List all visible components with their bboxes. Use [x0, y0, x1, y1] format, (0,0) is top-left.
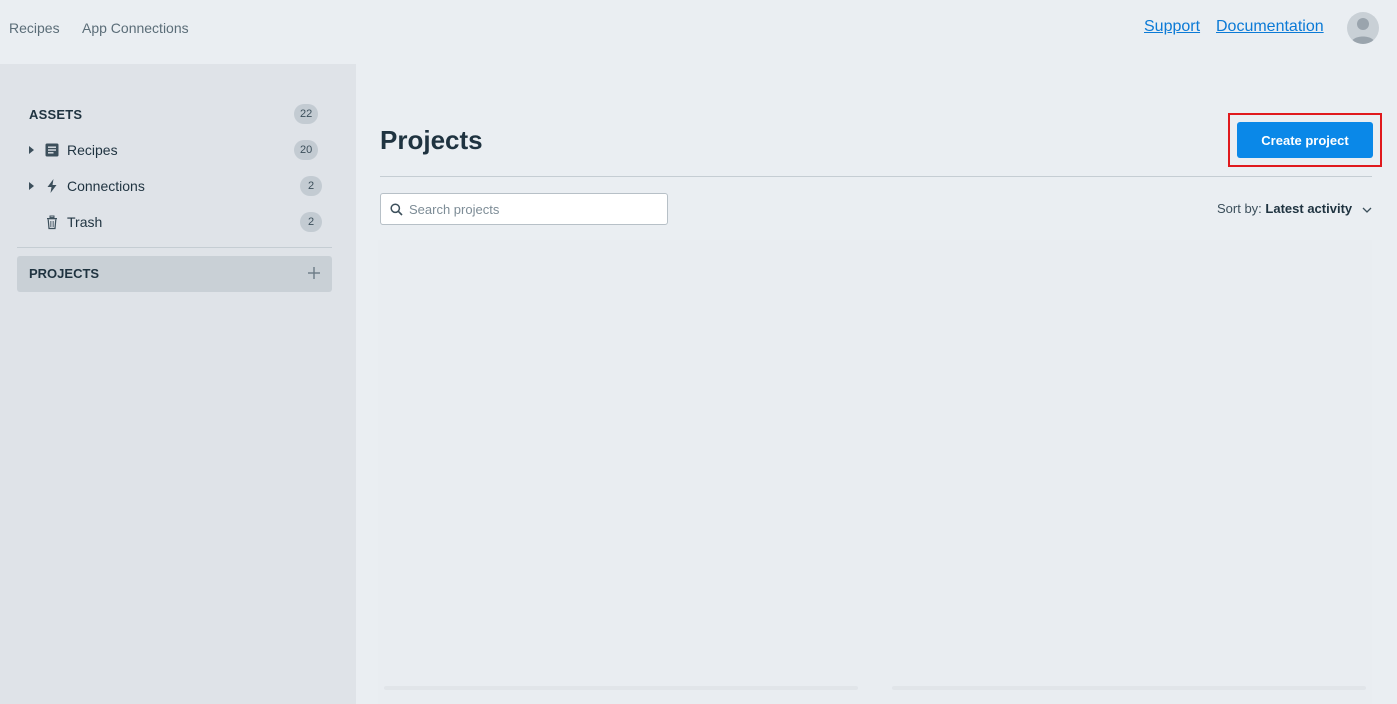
nav-app-connections[interactable]: App Connections [82, 19, 189, 37]
sort-dropdown[interactable]: Sort by: Latest activity [1217, 201, 1372, 216]
expand-caret-icon[interactable] [29, 182, 34, 190]
page-title: Projects [380, 125, 483, 155]
create-project-button[interactable]: Create project [1237, 122, 1373, 158]
trash-count-badge: 2 [300, 212, 322, 232]
project-card-placeholder [384, 686, 858, 690]
sidebar-item-label: Connections [67, 178, 145, 194]
sidebar: ASSETS 22 Recipes 20 Connections 2 Trash… [0, 64, 356, 704]
sidebar-item-label: Trash [67, 214, 103, 230]
top-navigation-bar: Recipes App Connections Support Document… [0, 0, 1397, 64]
search-field[interactable] [380, 193, 668, 225]
avatar[interactable] [1347, 12, 1379, 44]
assets-count-badge: 22 [294, 104, 319, 124]
sidebar-divider [17, 247, 332, 248]
projects-header: PROJECTS [29, 266, 100, 281]
sidebar-item-recipes[interactable]: Recipes 20 [0, 136, 356, 164]
search-icon [390, 203, 403, 216]
search-input[interactable] [409, 194, 663, 224]
user-silhouette-icon [1351, 18, 1375, 44]
expand-caret-icon[interactable] [29, 146, 34, 154]
projects-list-area [378, 240, 1372, 704]
recipe-list-icon [45, 143, 59, 157]
recipes-count-badge: 20 [294, 140, 319, 160]
documentation-link[interactable]: Documentation [1216, 17, 1324, 37]
assets-header-row: ASSETS 22 [0, 100, 356, 128]
add-project-plus-icon[interactable] [307, 266, 321, 280]
sort-label: Sort by: [1217, 201, 1262, 216]
main-divider [380, 176, 1372, 177]
lightning-bolt-icon [47, 179, 57, 193]
sidebar-item-connections[interactable]: Connections 2 [0, 172, 356, 200]
project-card-placeholder [892, 686, 1366, 690]
connections-count-badge: 2 [300, 176, 322, 196]
support-link[interactable]: Support [1144, 17, 1200, 37]
projects-section-header[interactable]: PROJECTS [17, 256, 332, 292]
sidebar-item-label: Recipes [67, 142, 118, 158]
assets-header: ASSETS [29, 106, 83, 122]
sort-value: Latest activity [1265, 201, 1353, 216]
chevron-down-icon[interactable] [1362, 207, 1372, 213]
nav-recipes[interactable]: Recipes [9, 19, 60, 37]
sidebar-item-trash[interactable]: Trash 2 [0, 208, 356, 236]
trash-icon [47, 215, 57, 230]
